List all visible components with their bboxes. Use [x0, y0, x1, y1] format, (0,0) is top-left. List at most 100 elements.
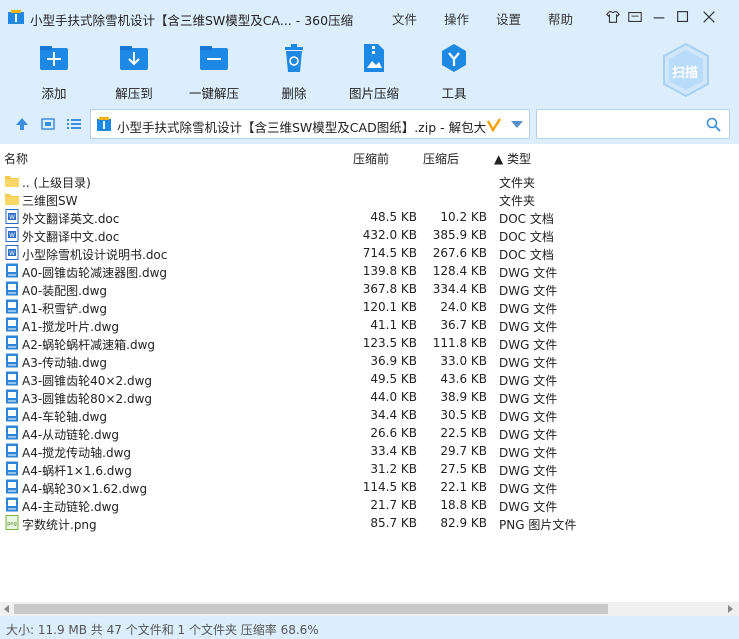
file-type: DOC 文档: [499, 248, 554, 262]
menu-settings[interactable]: 设置: [496, 9, 521, 28]
packed-size: 21.7 KB: [370, 498, 417, 512]
skin-shirt-icon[interactable]: [604, 9, 622, 27]
file-type: 文件夹: [499, 176, 536, 190]
column-header-unpacked[interactable]: 压缩后: [423, 150, 459, 167]
column-header-name[interactable]: 名称: [4, 150, 28, 167]
file-name: A0-圆锥齿轮减速器图.dwg: [22, 266, 168, 280]
unpacked-size: 10.2 KB: [440, 210, 487, 224]
horizontal-scrollbar[interactable]: [0, 602, 739, 616]
address-bar: 小型手扶式除雪机设计【含三维SW模型及CAD图纸】.zip - 解包大小为: [0, 102, 739, 144]
packed-size: 85.7 KB: [370, 516, 417, 530]
maximize-button[interactable]: [674, 9, 692, 27]
dwg-file-icon: [5, 497, 19, 512]
column-header-packed[interactable]: 压缩前: [353, 150, 389, 167]
file-row[interactable]: A3-圆锥齿轮80×2.dwg 44.0 KB 38.9 KB DWG 文件: [0, 388, 739, 406]
file-type: DWG 文件: [499, 464, 558, 478]
file-row[interactable]: A0-圆锥齿轮减速器图.dwg 139.8 KB 128.4 KB DWG 文件: [0, 262, 739, 280]
packed-size: 48.5 KB: [370, 210, 417, 224]
file-type: DWG 文件: [499, 266, 558, 280]
scroll-right-icon[interactable]: [726, 605, 734, 613]
folder-row[interactable]: .. (上级目录) 文件夹: [0, 172, 739, 190]
file-name: 小型除雪机设计说明书.doc: [22, 248, 168, 262]
path-field[interactable]: 小型手扶式除雪机设计【含三维SW模型及CAD图纸】.zip - 解包大小为: [90, 109, 530, 139]
file-row[interactable]: A4-蜗轮30×1.62.dwg 114.5 KB 22.1 KB DWG 文件: [0, 478, 739, 496]
unpacked-size: 385.9 KB: [432, 228, 487, 242]
dwg-file-icon: [5, 353, 19, 368]
dwg-file-icon: [5, 461, 19, 476]
menu-file[interactable]: 文件: [392, 9, 417, 28]
unpacked-size: 22.5 KB: [440, 426, 487, 440]
path-text: 小型手扶式除雪机设计【含三维SW模型及CAD图纸】.zip - 解包大小为: [117, 120, 487, 135]
file-name: A3-圆锥齿轮80×2.dwg: [22, 392, 152, 406]
packed-size: 49.5 KB: [370, 372, 417, 386]
tools-label: 工具: [441, 86, 467, 101]
file-row[interactable]: A4-搅龙传动轴.dwg 33.4 KB 29.7 KB DWG 文件: [0, 442, 739, 460]
add-button[interactable]: 添加: [22, 42, 86, 102]
file-row[interactable]: A2-蜗轮蜗杆减速箱.dwg 123.5 KB 111.8 KB DWG 文件: [0, 334, 739, 352]
minimize-button[interactable]: [650, 9, 668, 27]
tools-button[interactable]: 工具: [422, 42, 486, 102]
menu-help[interactable]: 帮助: [548, 9, 573, 28]
thumbnail-view-icon[interactable]: [40, 116, 56, 132]
up-arrow-icon[interactable]: [14, 116, 30, 132]
file-row[interactable]: A4-从动链轮.dwg 26.6 KB 22.5 KB DWG 文件: [0, 424, 739, 442]
file-type: DWG 文件: [499, 392, 558, 406]
packed-size: 123.5 KB: [362, 336, 417, 350]
list-view-icon[interactable]: [66, 116, 82, 132]
file-type: DWG 文件: [499, 446, 558, 460]
file-type: DWG 文件: [499, 320, 558, 334]
file-row[interactable]: A4-车轮轴.dwg 34.4 KB 30.5 KB DWG 文件: [0, 406, 739, 424]
image-compress-button[interactable]: 图片压缩: [342, 42, 406, 102]
packed-size: 41.1 KB: [370, 318, 417, 332]
file-type: PNG 图片文件: [499, 518, 577, 532]
chevron-down-icon[interactable]: [511, 121, 523, 129]
one-click-extract-button[interactable]: 一键解压: [182, 42, 246, 102]
file-row[interactable]: W 外文翻译中文.doc 432.0 KB 385.9 KB DOC 文档: [0, 226, 739, 244]
folder-row[interactable]: 三维图SW 文件夹: [0, 190, 739, 208]
svg-text:W: W: [9, 214, 15, 221]
close-button[interactable]: [700, 9, 718, 27]
toolbar: 添加 解压到 一键解压 删除 图片压缩 工具 扫描: [0, 36, 739, 102]
delete-button[interactable]: 删除: [262, 42, 326, 102]
dwg-file-icon: [5, 371, 19, 386]
scroll-left-icon[interactable]: [3, 605, 11, 613]
dwg-file-icon: [5, 425, 19, 440]
file-type: DWG 文件: [499, 500, 558, 514]
file-row[interactable]: A3-传动轴.dwg 36.9 KB 33.0 KB DWG 文件: [0, 352, 739, 370]
unpacked-size: 334.4 KB: [432, 282, 487, 296]
file-row[interactable]: W 小型除雪机设计说明书.doc 714.5 KB 267.6 KB DOC 文档: [0, 244, 739, 262]
dwg-file-icon: [5, 479, 19, 494]
file-name: 字数统计.png: [22, 518, 97, 532]
menu-operation[interactable]: 操作: [444, 9, 469, 28]
file-row[interactable]: A1-积雪铲.dwg 120.1 KB 24.0 KB DWG 文件: [0, 298, 739, 316]
unpacked-size: 36.7 KB: [440, 318, 487, 332]
verified-check-icon: [487, 118, 501, 132]
file-row[interactable]: A3-圆锥齿轮40×2.dwg 49.5 KB 43.6 KB DWG 文件: [0, 370, 739, 388]
column-header-type[interactable]: ▲ 类型: [494, 150, 531, 167]
add-icon: [40, 46, 68, 70]
message-icon[interactable]: [626, 9, 644, 27]
file-name: A2-蜗轮蜗杆减速箱.dwg: [22, 338, 156, 352]
scan-button[interactable]: 扫描: [660, 42, 712, 98]
file-row[interactable]: png 字数统计.png 85.7 KB 82.9 KB PNG 图片文件: [0, 514, 739, 532]
dwg-file-icon: [5, 263, 19, 278]
svg-text:W: W: [9, 250, 15, 257]
packed-size: 114.5 KB: [362, 480, 417, 494]
file-name: 外文翻译英文.doc: [22, 212, 120, 226]
dwg-file-icon: [5, 443, 19, 458]
file-row[interactable]: A4-蜗杆1×1.6.dwg 31.2 KB 27.5 KB DWG 文件: [0, 460, 739, 478]
file-row[interactable]: A1-搅龙叶片.dwg 41.1 KB 36.7 KB DWG 文件: [0, 316, 739, 334]
file-type: DWG 文件: [499, 338, 558, 352]
folder-icon: [5, 191, 19, 206]
window-title: 小型手扶式除雪机设计【含三维SW模型及CA... - 360压缩: [30, 13, 354, 28]
file-row[interactable]: A0-装配图.dwg 367.8 KB 334.4 KB DWG 文件: [0, 280, 739, 298]
file-row[interactable]: A4-主动链轮.dwg 21.7 KB 18.8 KB DWG 文件: [0, 496, 739, 514]
search-input[interactable]: [536, 109, 730, 139]
extract-to-button[interactable]: 解压到: [102, 42, 166, 102]
packed-size: 33.4 KB: [370, 444, 417, 458]
scrollbar-thumb[interactable]: [14, 604, 608, 614]
one-click-extract-label: 一键解压: [188, 86, 239, 101]
unpacked-size: 22.1 KB: [440, 480, 487, 494]
file-row[interactable]: W 外文翻译英文.doc 48.5 KB 10.2 KB DOC 文档: [0, 208, 739, 226]
search-icon[interactable]: [706, 117, 721, 132]
